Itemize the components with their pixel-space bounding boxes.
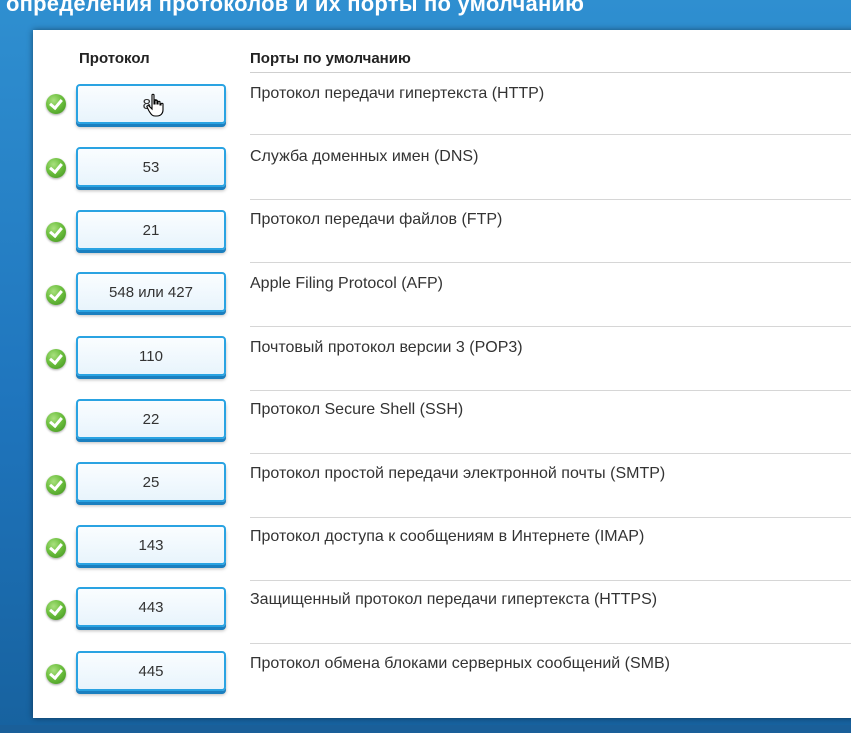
port-value: 25: [142, 473, 160, 491]
matching-panel: Протокол Порты по умолчанию 80 Протокол …: [33, 30, 851, 718]
row-divider: [250, 262, 851, 263]
protocol-description: Протокол передачи гипертекста (HTTP): [250, 85, 545, 102]
protocol-description: Почтовый протокол версии 3 (POP3): [250, 339, 523, 356]
port-drag-item[interactable]: 443: [76, 587, 226, 627]
row-divider: [250, 517, 851, 518]
hand-pointer-icon: [146, 93, 164, 117]
check-circle-icon: [46, 285, 66, 305]
port-value: 53: [142, 158, 160, 176]
port-value: 21: [142, 221, 160, 239]
protocol-description: Протокол простой передачи электронной по…: [250, 465, 666, 482]
port-drag-item[interactable]: 22: [76, 399, 226, 439]
protocol-description: Служба доменных имен (DNS): [250, 148, 479, 165]
port-drag-item[interactable]: 110: [76, 336, 226, 376]
check-circle-icon: [46, 158, 66, 178]
protocol-description: Apple Filing Protocol (AFP): [250, 275, 443, 292]
port-drag-item[interactable]: 53: [76, 147, 226, 187]
protocol-description: Протокол доступа к сообщениям в Интернет…: [250, 528, 645, 545]
port-value: 445: [138, 662, 164, 680]
check-circle-icon: [46, 664, 66, 684]
row-divider: [250, 326, 851, 327]
port-value: 548 или 427: [109, 283, 193, 301]
protocol-description: Протокол обмена блоками серверных сообще…: [250, 655, 670, 672]
port-value: 22: [142, 410, 160, 428]
port-drag-item[interactable]: 25: [76, 462, 226, 502]
port-value: 443: [138, 598, 164, 616]
column-header-protocol: Протокол: [79, 50, 150, 67]
column-header-default-ports: Порты по умолчанию: [250, 50, 411, 67]
row-divider: [250, 199, 851, 200]
check-circle-icon: [46, 349, 66, 369]
port-drag-item[interactable]: 80: [76, 84, 226, 124]
port-value: 143: [138, 536, 164, 554]
check-circle-icon: [46, 600, 66, 620]
protocol-description: Протокол передачи файлов (FTP): [250, 211, 503, 228]
port-value: 110: [139, 347, 163, 365]
check-circle-icon: [46, 475, 66, 495]
port-drag-item[interactable]: 445: [76, 651, 226, 691]
port-drag-item[interactable]: 143: [76, 525, 226, 565]
row-divider: [250, 134, 851, 135]
row-divider: [250, 643, 851, 644]
header-divider: [250, 72, 851, 73]
check-circle-icon: [46, 222, 66, 242]
row-divider: [250, 453, 851, 454]
check-circle-icon: [46, 538, 66, 558]
row-divider: [250, 390, 851, 391]
port-drag-item[interactable]: 548 или 427: [76, 272, 226, 312]
row-divider: [250, 580, 851, 581]
port-drag-item[interactable]: 21: [76, 210, 226, 250]
page-title: определения протоколов и их порты по умо…: [6, 0, 585, 16]
protocol-description: Протокол Secure Shell (SSH): [250, 401, 464, 418]
check-circle-icon: [46, 412, 66, 432]
check-circle-icon: [46, 94, 66, 114]
protocol-description: Защищенный протокол передачи гипертекста…: [250, 591, 658, 608]
bottom-bar: [0, 725, 851, 733]
